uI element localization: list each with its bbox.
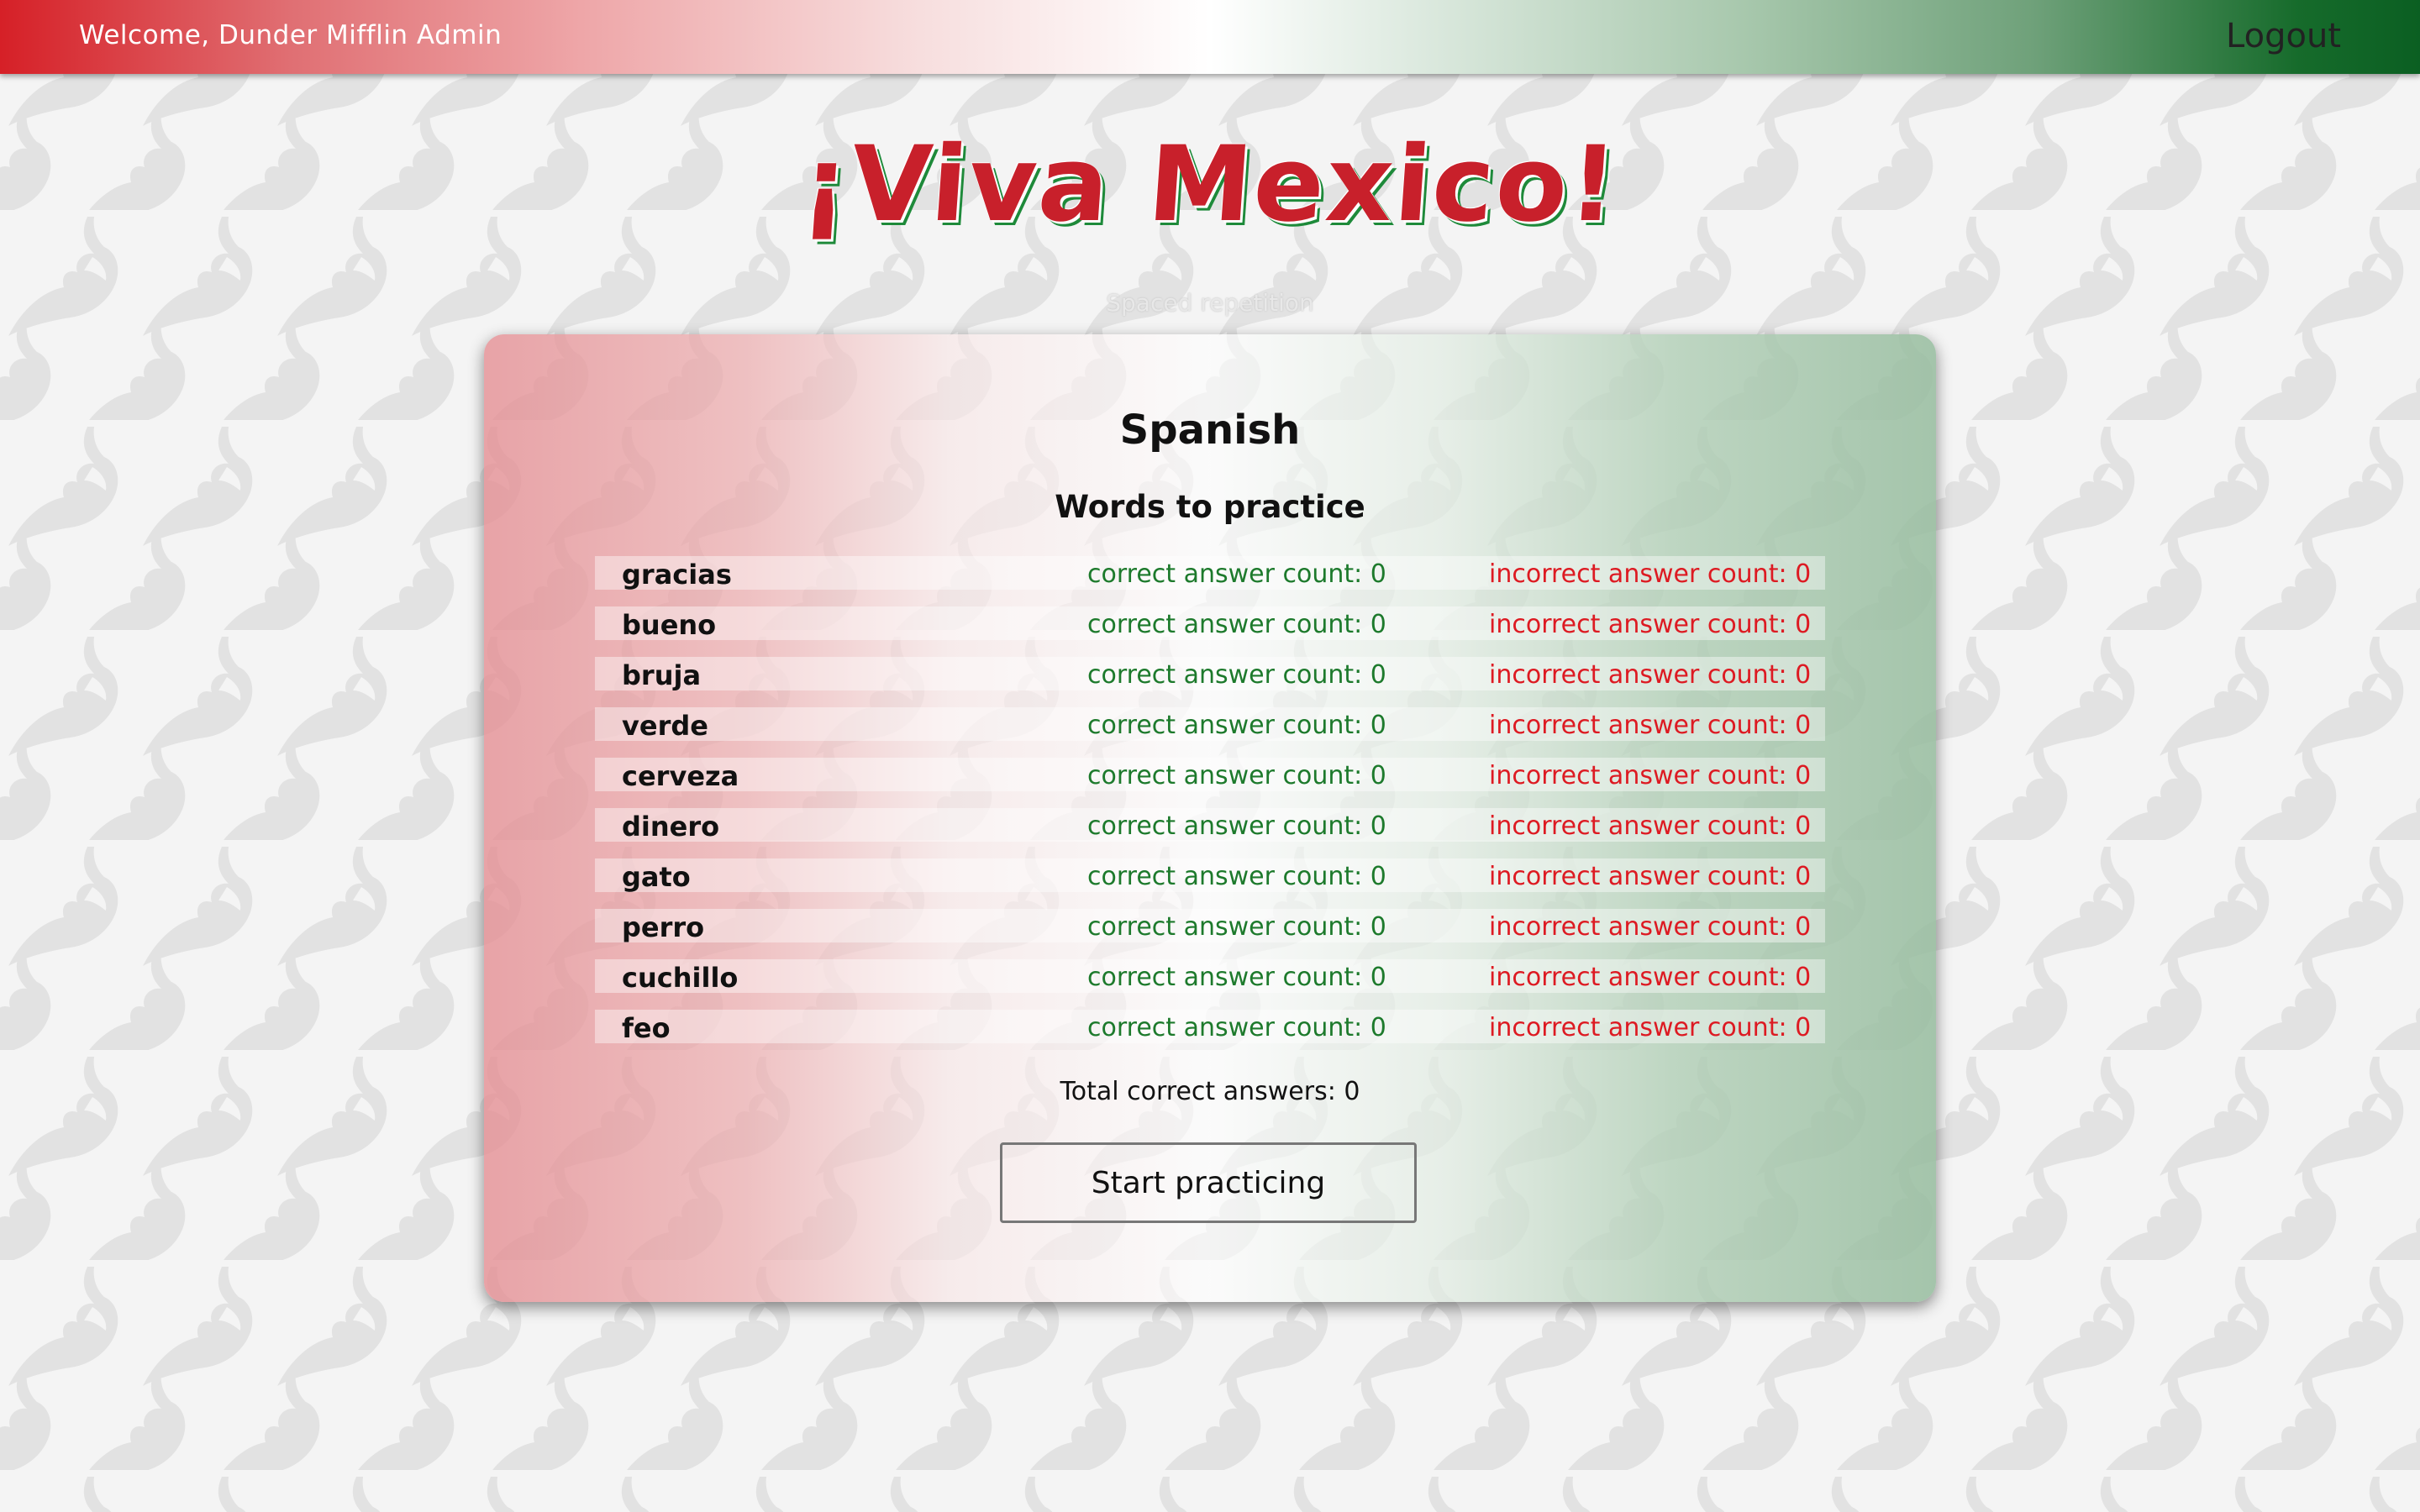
- word-label: verde: [622, 710, 708, 742]
- logout-link[interactable]: Logout: [2226, 17, 2341, 55]
- word-row: bueno correct answer count: 0 incorrect …: [595, 606, 1825, 641]
- incorrect-count: incorrect answer count: 0: [1489, 711, 1812, 740]
- incorrect-count: incorrect answer count: 0: [1489, 610, 1812, 639]
- correct-count: correct answer count: 0: [1087, 811, 1386, 841]
- word-row: cerveza correct answer count: 0 incorrec…: [595, 758, 1825, 792]
- correct-count: correct answer count: 0: [1087, 610, 1386, 639]
- correct-count: correct answer count: 0: [1087, 1013, 1386, 1042]
- word-row: verde correct answer count: 0 incorrect …: [595, 707, 1825, 742]
- word-row: dinero correct answer count: 0 incorrect…: [595, 808, 1825, 843]
- incorrect-count: incorrect answer count: 0: [1489, 963, 1812, 992]
- incorrect-count: incorrect answer count: 0: [1489, 761, 1812, 790]
- incorrect-count: incorrect answer count: 0: [1489, 660, 1812, 690]
- word-label: feo: [622, 1012, 671, 1044]
- site-title: ¡Viva Mexico!: [797, 124, 1623, 245]
- incorrect-count: incorrect answer count: 0: [1489, 912, 1812, 942]
- word-row: cuchillo correct answer count: 0 incorre…: [595, 959, 1825, 994]
- correct-count: correct answer count: 0: [1087, 711, 1386, 740]
- site-subtitle: Spaced repetition: [1106, 289, 1314, 317]
- word-label: gracias: [622, 559, 732, 591]
- start-practicing-button[interactable]: Start practicing: [1000, 1142, 1417, 1223]
- words-to-practice-heading: Words to practice: [1055, 489, 1365, 525]
- welcome-message: Welcome, Dunder Mifflin Admin: [79, 20, 502, 50]
- correct-count: correct answer count: 0: [1087, 660, 1386, 690]
- correct-count: correct answer count: 0: [1087, 963, 1386, 992]
- incorrect-count: incorrect answer count: 0: [1489, 862, 1812, 891]
- incorrect-count: incorrect answer count: 0: [1489, 1013, 1812, 1042]
- word-label: dinero: [622, 811, 720, 843]
- word-row: feo correct answer count: 0 incorrect an…: [595, 1010, 1825, 1044]
- word-label: cerveza: [622, 760, 739, 792]
- word-list: gracias correct answer count: 0 incorrec…: [595, 556, 1825, 1060]
- word-row: gracias correct answer count: 0 incorrec…: [595, 556, 1825, 591]
- correct-count: correct answer count: 0: [1087, 862, 1386, 891]
- correct-count: correct answer count: 0: [1087, 761, 1386, 790]
- word-row: bruja correct answer count: 0 incorrect …: [595, 657, 1825, 691]
- top-navigation-bar: Welcome, Dunder Mifflin Admin Logout: [0, 0, 2420, 74]
- total-correct-answers: Total correct answers: 0: [1060, 1077, 1360, 1106]
- word-label: cuchillo: [622, 962, 739, 994]
- incorrect-count: incorrect answer count: 0: [1489, 811, 1812, 841]
- word-label: perro: [622, 911, 705, 943]
- language-name: Spanish: [1119, 407, 1301, 454]
- incorrect-count: incorrect answer count: 0: [1489, 559, 1812, 589]
- correct-count: correct answer count: 0: [1087, 559, 1386, 589]
- word-label: bruja: [622, 659, 702, 691]
- correct-count: correct answer count: 0: [1087, 912, 1386, 942]
- word-label: bueno: [622, 609, 717, 641]
- word-row: gato correct answer count: 0 incorrect a…: [595, 858, 1825, 893]
- language-dashboard-card: Spanish Words to practice gracias correc…: [484, 334, 1936, 1302]
- word-label: gato: [622, 861, 691, 893]
- word-row: perro correct answer count: 0 incorrect …: [595, 909, 1825, 943]
